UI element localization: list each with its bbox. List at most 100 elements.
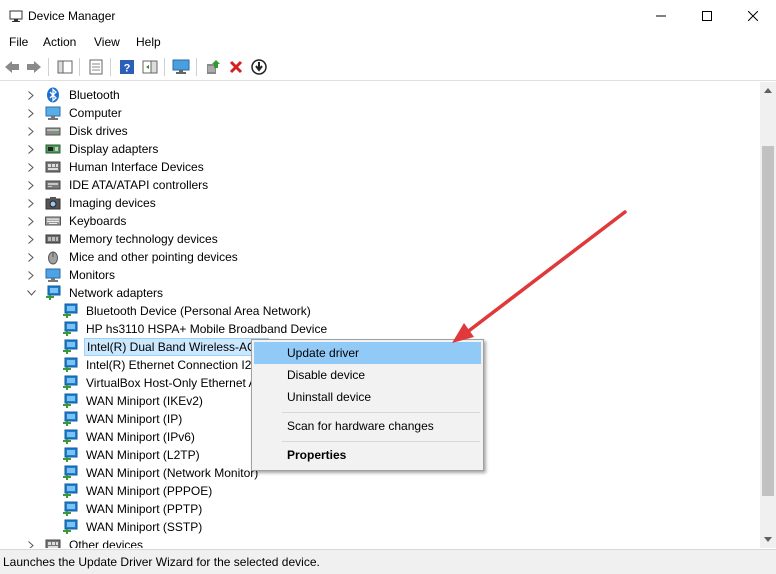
menu-separator [282,441,480,442]
chevron-right-icon[interactable] [26,270,36,280]
chevron-right-icon[interactable] [26,198,36,208]
properties-icon [89,59,103,75]
tree-category-memory-technology-devices[interactable]: Memory technology devices [26,230,220,248]
toolbar-separator [196,58,197,76]
tree-device-network-adapter-8-label: WAN Miniport (IPv6) [86,430,195,444]
tree-device-network-adapter-1[interactable]: Bluetooth Device (Personal Area Network) [62,302,313,320]
chevron-right-icon[interactable] [26,216,36,226]
chevron-right-icon[interactable] [26,162,36,172]
monitor-icon [45,267,61,283]
tree-category-keyboards[interactable]: Keyboards [26,212,128,230]
network-adapter-icon [62,465,78,481]
tree-category-other-devices[interactable]: Other devices [26,536,145,548]
tree-device-network-adapter-11[interactable]: WAN Miniport (PPPOE) [62,482,214,500]
chevron-down-icon[interactable] [26,288,36,298]
chevron-right-icon[interactable] [26,180,36,190]
tree-device-network-adapter-6[interactable]: WAN Miniport (IKEv2) [62,392,205,410]
update-driver-label: Update driver [287,346,360,360]
tree-device-network-adapter-2[interactable]: HP hs3110 HSPA+ Mobile Broadband Device [62,320,329,338]
disable-device-label: Disable device [287,368,366,382]
tree-device-network-adapter-12[interactable]: WAN Miniport (PPTP) [62,500,204,518]
scroll-down-icon [764,537,772,542]
toolbar-separator [79,58,80,76]
uninstall-device-toolbar-button[interactable] [227,58,245,76]
back-button[interactable] [3,58,21,76]
scan-hardware-label: Scan for hardware changes [287,419,434,433]
title-bar[interactable]: Device Manager [0,0,776,32]
properties-menu-item[interactable]: Properties [254,444,481,466]
tree-category-imaging-devices[interactable]: Imaging devices [26,194,158,212]
update-driver-toolbar-button[interactable] [204,58,222,76]
tree-device-network-adapter-10[interactable]: WAN Miniport (Network Monitor) [62,464,260,482]
menu-separator [282,412,480,413]
computer-icon [45,105,61,121]
network-adapter-icon [62,393,78,409]
update-driver-menu-item[interactable]: Update driver [254,342,481,364]
close-button[interactable] [730,0,776,32]
tree-category-display-adapters[interactable]: Display adapters [26,140,160,158]
maximize-button[interactable] [684,0,730,32]
disable-icon [251,59,267,75]
tree-category-mice-and-other-pointing-devices-label: Mice and other pointing devices [69,250,238,264]
tree-device-network-adapter-4[interactable]: Intel(R) Ethernet Connection I21 [62,356,260,374]
tree-device-network-adapter-13[interactable]: WAN Miniport (SSTP) [62,518,204,536]
disable-device-toolbar-button[interactable] [250,58,268,76]
tree-device-network-adapter-5-label: VirtualBox Host-Only Ethernet A [86,376,257,390]
tree-category-monitors[interactable]: Monitors [26,266,117,284]
forward-button[interactable] [25,58,43,76]
chevron-right-icon[interactable] [26,126,36,136]
network-adapter-icon [62,375,78,391]
scan-hardware-menu-item[interactable]: Scan for hardware changes [254,415,481,437]
tree-category-ide-ata-atapi-controllers[interactable]: IDE ATA/ATAPI controllers [26,176,210,194]
tree-device-network-adapter-5[interactable]: VirtualBox Host-Only Ethernet A [62,374,259,392]
memory-icon [45,231,61,247]
device-tree[interactable]: Bluetooth Computer Disk drives Display adap… [0,82,760,548]
vertical-scrollbar[interactable] [760,82,776,548]
show-hide-console-tree-button[interactable] [56,58,74,76]
tree-category-disk-drives[interactable]: Disk drives [26,122,130,140]
chevron-right-icon[interactable] [26,252,36,262]
properties-button[interactable] [87,58,105,76]
scrollbar-thumb[interactable] [762,146,774,496]
network-adapter-icon [62,339,78,355]
scroll-up-button[interactable] [760,82,776,98]
chevron-right-icon[interactable] [26,234,36,244]
uninstall-device-menu-item[interactable]: Uninstall device [254,386,481,408]
tree-category-bluetooth-label: Bluetooth [69,88,120,102]
action-pane-button[interactable] [141,58,159,76]
scan-hardware-button[interactable] [172,58,190,76]
forward-arrow-icon [27,61,41,73]
network-adapter-icon [45,285,61,301]
svg-text:?: ? [124,63,131,75]
tree-category-network-adapters[interactable]: Network adapters [26,284,165,302]
menu-view[interactable]: View [94,35,120,49]
bluetooth-icon [45,87,61,103]
toolbar: ? [0,53,776,81]
help-button[interactable]: ? [118,58,136,76]
minimize-button[interactable] [638,0,684,32]
tree-device-network-adapter-7[interactable]: WAN Miniport (IP) [62,410,184,428]
tree-category-computer[interactable]: Computer [26,104,124,122]
tree-category-human-interface-devices-label: Human Interface Devices [69,160,204,174]
chevron-right-icon[interactable] [26,108,36,118]
menu-help[interactable]: Help [136,35,161,49]
tree-category-human-interface-devices[interactable]: Human Interface Devices [26,158,206,176]
tree-category-mice-and-other-pointing-devices[interactable]: Mice and other pointing devices [26,248,240,266]
tree-device-network-adapter-9-label: WAN Miniport (L2TP) [86,448,200,462]
tree-device-network-adapter-9[interactable]: WAN Miniport (L2TP) [62,446,202,464]
menu-action[interactable]: Action [43,35,76,49]
chevron-right-icon[interactable] [26,540,36,548]
tree-category-network-adapters-label: Network adapters [69,286,164,300]
scroll-down-button[interactable] [760,532,776,548]
tree-device-network-adapter-8[interactable]: WAN Miniport (IPv6) [62,428,197,446]
menu-file[interactable]: File [9,35,28,49]
tree-device-network-adapter-11-label: WAN Miniport (PPPOE) [86,484,213,498]
disable-device-menu-item[interactable]: Disable device [254,364,481,386]
tree-device-network-adapter-3[interactable]: Intel(R) Dual Band Wireless-AC 7 [62,338,269,356]
show-hide-console-tree-icon [57,60,73,74]
tree-category-bluetooth[interactable]: Bluetooth [26,86,122,104]
scroll-up-icon [764,88,772,93]
chevron-right-icon[interactable] [26,144,36,154]
chevron-right-icon[interactable] [26,90,36,100]
tree-category-computer-label: Computer [69,106,122,120]
